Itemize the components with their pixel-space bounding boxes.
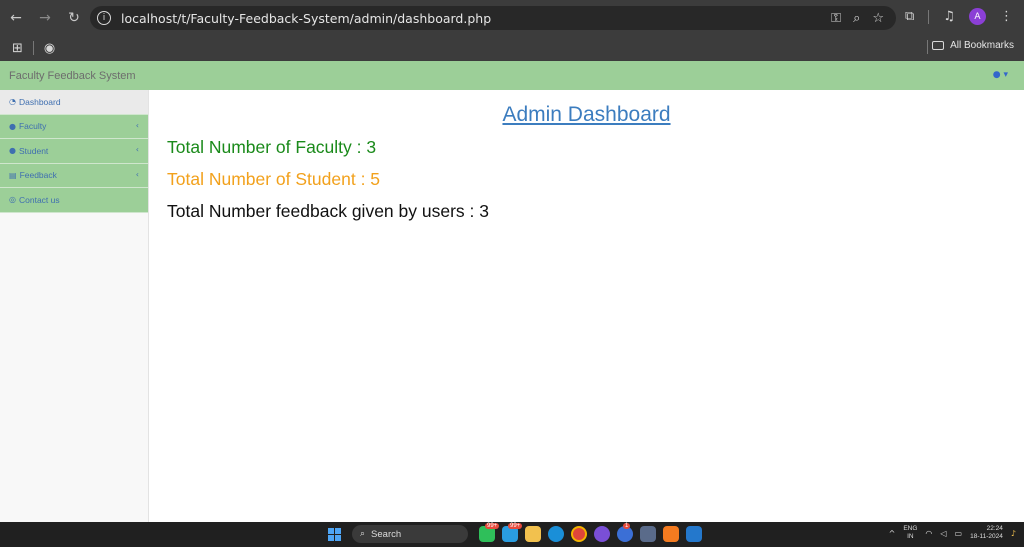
toolbar-divider: [928, 9, 930, 24]
page-title: Admin Dashboard: [149, 103, 1024, 127]
sidebar: ◔ Dashboard ● Faculty ‹ ● Student ‹ ▤ Fe…: [0, 90, 149, 522]
all-bookmarks-button[interactable]: All Bookmarks: [932, 40, 1014, 51]
settings-icon[interactable]: [640, 526, 656, 542]
notification-bell-icon[interactable]: ♪: [1011, 529, 1016, 538]
back-arrow-icon[interactable]: ←: [3, 5, 29, 31]
vscode-icon[interactable]: [686, 526, 702, 542]
total-faculty-stat: Total Number of Faculty : 3: [167, 137, 377, 157]
folder-icon: [932, 41, 945, 50]
bookmarks-bar: ⊞ ◉ All Bookmarks: [0, 36, 1024, 60]
brand-title[interactable]: Faculty Feedback System: [9, 70, 136, 82]
chrome-app-icon[interactable]: 1: [617, 523, 633, 542]
chevron-left-icon: ‹: [135, 120, 139, 130]
language-indicator[interactable]: ENG IN: [903, 525, 917, 541]
chrome-icon[interactable]: [571, 526, 587, 542]
sidebar-item-faculty[interactable]: ● Faculty ‹: [0, 114, 148, 139]
chevron-left-icon: ‹: [135, 145, 139, 154]
lang-region: IN: [907, 533, 914, 540]
sidebar-item-label: Feedback: [19, 170, 57, 181]
user-icon: ●: [9, 146, 16, 156]
admin-dashboard-link[interactable]: Admin Dashboard: [502, 103, 670, 126]
whatsapp-icon[interactable]: 99+: [479, 523, 500, 542]
user-icon: ●: [992, 70, 1001, 80]
battery-icon[interactable]: ▭: [955, 529, 963, 538]
url-text[interactable]: localhost/t/Faculty-Feedback-System/admi…: [121, 11, 831, 26]
bookmark-star-icon[interactable]: ☆: [872, 11, 884, 26]
windows-start-icon[interactable]: [328, 527, 341, 541]
browser-menu-icon[interactable]: ⋮: [1000, 9, 1013, 24]
eye-icon: ◎: [9, 195, 16, 205]
edge-icon[interactable]: [548, 526, 564, 542]
profile-avatar[interactable]: A: [968, 8, 986, 25]
book-icon: ▤: [9, 170, 17, 180]
zoom-icon[interactable]: ⌕: [853, 11, 860, 26]
app-navbar: Faculty Feedback System ● ▾: [0, 61, 1024, 90]
volume-icon[interactable]: ◁: [940, 529, 946, 538]
sidebar-item-student[interactable]: ● Student ‹: [0, 139, 148, 164]
search-label: Search: [371, 528, 402, 540]
sidebar-item-feedback[interactable]: ▤ Feedback ‹: [0, 163, 148, 188]
bookmarks-divider: [927, 40, 928, 54]
sidebar-item-label: Faculty: [18, 121, 47, 132]
xampp-icon[interactable]: [663, 526, 679, 542]
wifi-icon[interactable]: ◠: [925, 529, 932, 538]
reload-icon[interactable]: ↻: [61, 5, 87, 31]
total-feedback-stat: Total Number feedback given by users : 3: [167, 201, 489, 221]
user-menu-dropdown[interactable]: ● ▾: [993, 70, 1008, 80]
caret-down-icon: ▾: [1003, 70, 1008, 80]
globe-icon[interactable]: ◉: [44, 41, 55, 56]
total-student-stat: Total Number of Student : 5: [167, 169, 381, 189]
extensions-icon[interactable]: ⧉: [905, 9, 914, 24]
browser-chrome: ← → ↻ i localhost/t/Faculty-Feedback-Sys…: [0, 0, 1024, 61]
media-control-icon[interactable]: ♫: [943, 9, 955, 24]
key-icon[interactable]: ⚿: [831, 11, 841, 26]
sidebar-item-dashboard[interactable]: ◔ Dashboard: [0, 90, 148, 115]
chevron-left-icon: ‹: [135, 169, 139, 179]
clock-time: 22:24: [986, 525, 1003, 532]
file-explorer-icon[interactable]: [525, 526, 541, 542]
lang-code: ENG: [903, 525, 918, 532]
sidebar-item-label: Student: [18, 145, 49, 156]
clock[interactable]: 22:24 18-11-2024: [970, 525, 1003, 541]
apps-grid-icon[interactable]: ⊞: [12, 41, 23, 56]
taskbar-search[interactable]: ⌕ Search: [352, 525, 468, 543]
address-bar[interactable]: i localhost/t/Faculty-Feedback-System/ad…: [90, 6, 896, 30]
all-bookmarks-label: All Bookmarks: [950, 40, 1014, 51]
notification-badge: 99+: [508, 523, 523, 529]
bookmarks-divider: [32, 41, 34, 55]
chrome-profile-icon[interactable]: [594, 526, 610, 542]
sidebar-item-contact-us[interactable]: ◎ Contact us: [0, 188, 148, 213]
tray-chevron-up-icon[interactable]: ^: [889, 529, 896, 538]
clock-date: 18-11-2024: [970, 533, 1003, 540]
dashboard-icon: ◔: [9, 97, 16, 107]
user-icon: ●: [9, 121, 16, 131]
sidebar-item-label: Contact us: [18, 194, 60, 205]
sidebar-item-label: Dashboard: [18, 96, 61, 107]
forward-arrow-icon[interactable]: →: [32, 5, 58, 31]
site-info-icon[interactable]: i: [97, 11, 111, 25]
os-taskbar: ⌕ Search 99+ 99+ 1 ^ ENG IN ◠ ◁ ▭ 22:24 …: [0, 522, 1024, 547]
telegram-icon[interactable]: 99+: [502, 523, 523, 542]
search-icon: ⌕: [360, 529, 366, 539]
notification-badge: 99+: [485, 523, 500, 529]
notification-badge: 1: [623, 523, 631, 529]
main-content: Admin Dashboard Total Number of Faculty …: [149, 90, 1024, 522]
